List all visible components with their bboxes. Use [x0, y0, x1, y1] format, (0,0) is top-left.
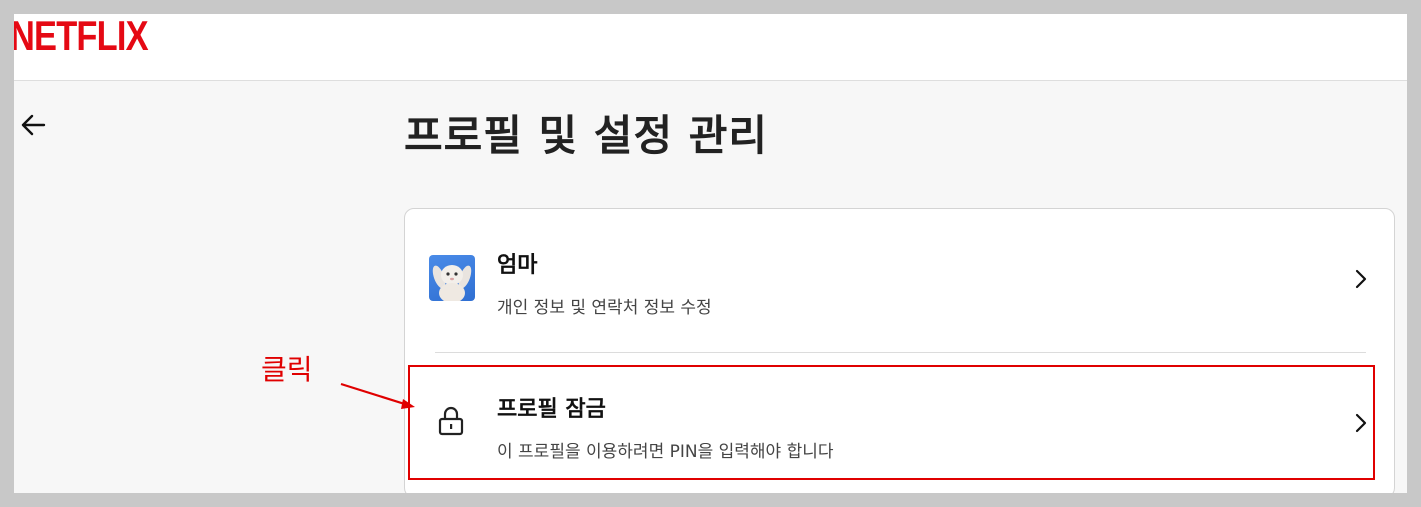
settings-card: 엄마 개인 정보 및 연락처 정보 수정 프로필 잠금 이 프로필을 이용하려면…: [404, 208, 1395, 493]
profile-name: 엄마: [497, 253, 538, 278]
chevron-right-icon: [1355, 413, 1367, 433]
chevron-right-icon: [1355, 269, 1367, 289]
arrow-left-icon[interactable]: [18, 110, 48, 140]
profile-lock-subtitle: 이 프로필을 이용하려면 PIN을 입력해야 합니다: [497, 442, 834, 462]
profile-lock-row[interactable]: 프로필 잠금 이 프로필을 이용하려면 PIN을 입력해야 합니다: [405, 353, 1394, 493]
profile-subtitle: 개인 정보 및 연락처 정보 수정: [497, 298, 712, 318]
lock-icon: [438, 406, 464, 436]
profile-edit-row[interactable]: 엄마 개인 정보 및 연락처 정보 수정: [405, 209, 1394, 349]
netflix-logo[interactable]: NETFLIX: [14, 14, 149, 60]
bunny-avatar-icon: [429, 255, 475, 301]
app-window: NETFLIX 프로필 및 설정 관리 엄마 개인 정보 및 연락처 정보 수정: [14, 14, 1407, 493]
profile-lock-title: 프로필 잠금: [497, 397, 606, 422]
click-annotation-label: 클릭: [261, 353, 313, 386]
top-bar: NETFLIX: [14, 14, 1407, 81]
annotation-arrow-icon: [340, 382, 415, 409]
page-title: 프로필 및 설정 관리: [404, 111, 768, 160]
